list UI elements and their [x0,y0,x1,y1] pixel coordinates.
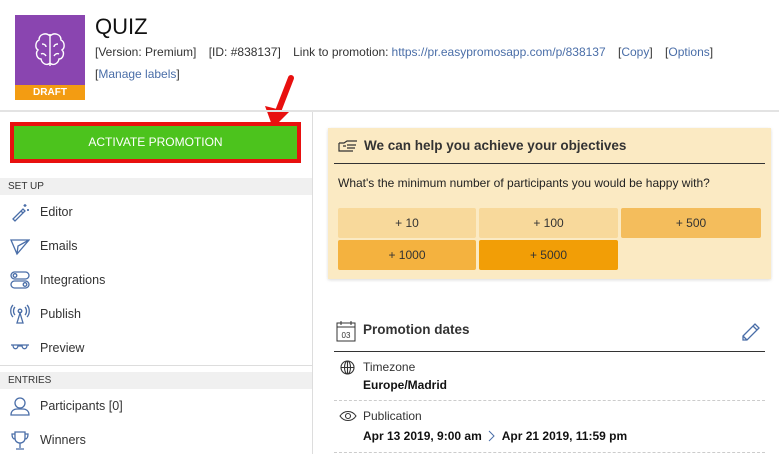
option-5000-button[interactable]: + 5000 [479,240,618,270]
option-10-button[interactable]: + 10 [338,208,476,238]
options-wrapper: [Options] [665,45,714,59]
antenna-icon [10,304,30,324]
pointing-hand-icon [338,140,357,152]
option-1000-button[interactable]: + 1000 [338,240,476,270]
sidebar-item-label: Preview [40,341,85,355]
page-title: QUIZ [95,14,148,39]
sidebar-item-integrations[interactable]: Integrations [0,263,312,297]
promotion-meta: [Version: Premium] [ID: #838137] Link to… [95,45,722,59]
sidebar-item-label: Editor [40,205,73,219]
activate-promotion-button[interactable]: ACTIVATE PROMOTION [10,122,301,163]
option-100-button[interactable]: + 100 [479,208,618,238]
toggles-icon [10,271,30,289]
edit-pencil-icon[interactable] [740,321,762,343]
sidebar-item-winners[interactable]: Winners [0,423,312,457]
section-setup: SET UP [0,178,312,195]
section-entries: ENTRIES [0,372,312,389]
sidebar-item-participants[interactable]: Participants [0] [0,389,312,423]
objectives-question: What's the minimum number of participant… [338,176,710,190]
sidebar-item-preview[interactable]: Preview [0,331,312,365]
link-label: Link to promotion: https://pr.easypromosa… [293,45,606,59]
promotion-logo [15,15,85,85]
sidebar-item-label: Publish [40,307,81,321]
sidebar-item-label: Participants [0] [40,399,123,413]
row-divider [334,400,765,401]
user-icon [10,397,30,416]
publication-label: Publication [363,409,422,423]
sidebar-item-emails[interactable]: Emails [0,229,312,263]
globe-icon [340,360,355,375]
eye-icon [339,410,357,422]
paper-plane-icon [10,239,30,256]
version-text: [Version: Premium] [95,45,197,59]
objectives-title: We can help you achieve your objectives [364,138,627,153]
sidebar-item-label: Emails [40,239,78,253]
header-divider [0,110,779,112]
manage-labels-wrapper: [Manage labels] [95,67,180,81]
timezone-label: Timezone [363,360,416,374]
copy-wrapper: [Copy] [618,45,653,59]
section-divider [0,365,312,366]
publication-range: Apr 13 2019, 9:00 am Apr 21 2019, 11:59 … [363,429,627,443]
manage-labels-link[interactable]: Manage labels [98,67,176,81]
options-link[interactable]: Options [668,45,709,59]
calendar-icon: 03 [336,321,356,342]
brain-icon [35,33,65,66]
glasses-icon [11,344,29,350]
promotion-link[interactable]: https://pr.easypromosapp.com/p/838137 [392,45,606,59]
copy-link[interactable]: Copy [621,45,649,59]
status-badge: DRAFT [15,85,85,100]
sidebar-item-editor[interactable]: Editor [0,195,312,229]
sidebar-item-publish[interactable]: Publish [0,297,312,331]
chevron-right-icon [488,430,495,442]
promotion-dates-title: Promotion dates [363,322,470,337]
timezone-value: Europe/Madrid [363,378,448,392]
trophy-icon [11,431,29,450]
sidebar-item-label: Winners [40,433,86,447]
card-divider [334,163,765,164]
publication-end: Apr 21 2019, 11:59 pm [501,429,628,443]
magic-wand-icon [12,204,29,222]
id-text: [ID: #838137] [208,45,281,59]
calendar-day: 03 [342,331,351,340]
objectives-card: We can help you achieve your objectives … [328,128,771,279]
option-500-button[interactable]: + 500 [621,208,761,238]
sidebar-item-label: Integrations [40,273,106,287]
row-divider [334,452,765,453]
panel-divider [312,112,313,454]
dates-divider [334,351,765,352]
publication-start: Apr 13 2019, 9:00 am [363,429,482,443]
